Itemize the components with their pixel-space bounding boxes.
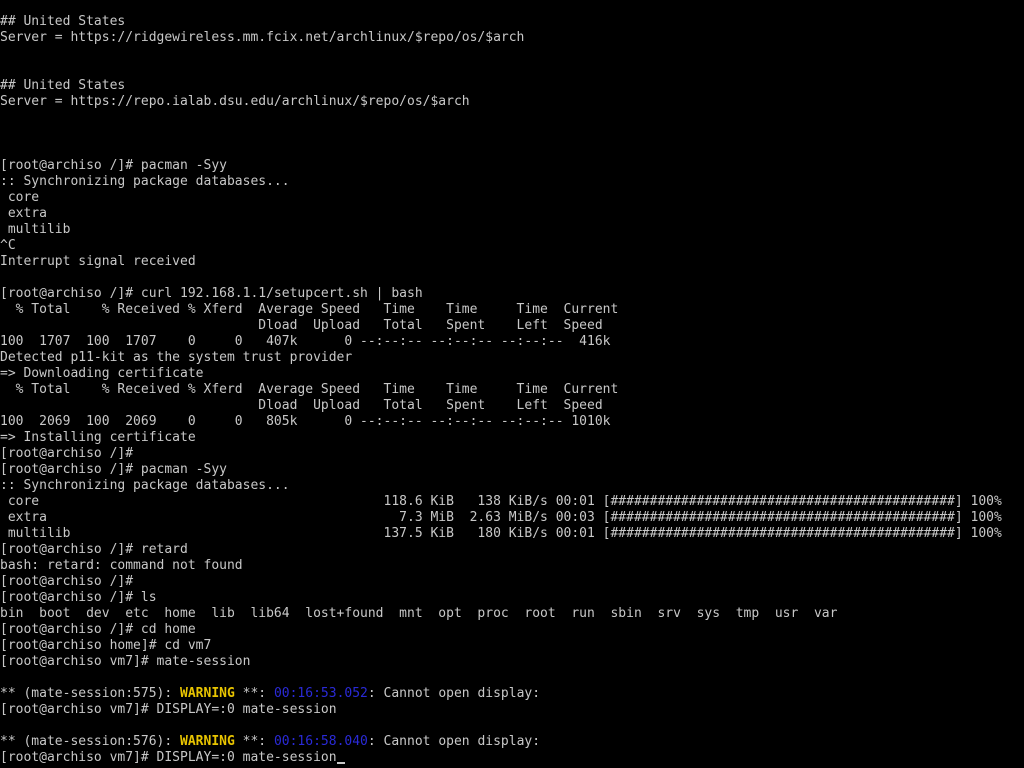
terminal-line: % Total % Received % Xferd Average Speed… <box>0 302 1024 318</box>
terminal-line: Dload Upload Total Spent Left Speed <box>0 318 1024 334</box>
terminal-text: Interrupt signal received <box>0 254 196 269</box>
terminal-text: :: Synchronizing package databases... <box>0 174 290 189</box>
terminal-text: Detected p11-kit as the system trust pro… <box>0 350 353 365</box>
terminal-line: Server = https://repo.ialab.dsu.edu/arch… <box>0 94 1024 110</box>
terminal-text: 100 2069 100 2069 0 0 805k 0 --:--:-- --… <box>0 414 611 429</box>
terminal-line: [root@archiso home]# cd vm7 <box>0 638 1024 654</box>
terminal-text: : Cannot open display: <box>367 734 541 749</box>
terminal-line: ** (mate-session:576): WARNING **: 00:16… <box>0 734 1024 750</box>
terminal-line: extra 7.3 MiB 2.63 MiB/s 00:03 [########… <box>0 510 1024 526</box>
terminal-line: [root@archiso vm7]# mate-session <box>0 654 1024 670</box>
terminal-text: [root@archiso /]# <box>0 574 134 589</box>
terminal-line: [root@archiso vm7]# DISPLAY=:0 mate-sess… <box>0 702 1024 718</box>
terminal-text: bash: retard: command not found <box>0 558 243 573</box>
terminal-text: ## United States <box>0 14 126 29</box>
terminal-line: [root@archiso vm7]# DISPLAY=:0 mate-sess… <box>0 750 1024 766</box>
terminal-text: => Downloading certificate <box>0 366 204 381</box>
terminal-text: [root@archiso /]# retard <box>0 542 188 557</box>
terminal-text: core <box>0 190 40 205</box>
terminal-text: : Cannot open display: <box>367 686 541 701</box>
terminal-text: [root@archiso vm7]# DISPLAY=:0 mate-sess… <box>0 702 337 717</box>
terminal-text: Dload Upload Total Spent Left Speed <box>0 398 603 413</box>
terminal-text: ## United States <box>0 78 126 93</box>
terminal-text: extra 7.3 MiB 2.63 MiB/s 00:03 [########… <box>0 510 1002 525</box>
terminal-line: [root@archiso /]# <box>0 446 1024 462</box>
terminal-line: core 118.6 KiB 138 KiB/s 00:01 [########… <box>0 494 1024 510</box>
terminal-console[interactable]: ## United States Server = https://ridgewi… <box>0 14 1024 768</box>
warning-label: WARNING <box>180 734 235 749</box>
terminal-line: ## United States <box>0 14 1024 30</box>
terminal-text: core 118.6 KiB 138 KiB/s 00:01 [########… <box>0 494 1002 509</box>
terminal-text: ** (mate-session:575): <box>0 686 181 701</box>
terminal-text: => Installing certificate <box>0 430 196 445</box>
terminal-line: Detected p11-kit as the system trust pro… <box>0 350 1024 366</box>
terminal-line: Dload Upload Total Spent Left Speed <box>0 398 1024 414</box>
terminal-line: [root@archiso /]# pacman -Syy <box>0 158 1024 174</box>
terminal-text: [root@archiso /]# pacman -Syy <box>0 462 227 477</box>
terminal-line: bash: retard: command not found <box>0 558 1024 574</box>
terminal-text: bin boot dev etc home lib lib64 lost+fou… <box>0 606 838 621</box>
terminal-line: bin boot dev etc home lib lib64 lost+fou… <box>0 606 1024 622</box>
text-cursor <box>336 762 345 764</box>
terminal-text: [root@archiso /]# curl 192.168.1.1/setup… <box>0 286 423 301</box>
terminal-text: ^C <box>0 238 16 253</box>
terminal-line: multilib 137.5 KiB 180 KiB/s 00:01 [####… <box>0 526 1024 542</box>
terminal-line: [root@archiso /]# pacman -Syy <box>0 462 1024 478</box>
terminal-text: ** (mate-session:576): <box>0 734 181 749</box>
terminal-text: 100 1707 100 1707 0 0 407k 0 --:--:-- --… <box>0 334 611 349</box>
terminal-line: 100 2069 100 2069 0 0 805k 0 --:--:-- --… <box>0 414 1024 430</box>
terminal-text: [root@archiso /]# pacman -Syy <box>0 158 227 173</box>
terminal-line: => Downloading certificate <box>0 366 1024 382</box>
terminal-text: multilib 137.5 KiB 180 KiB/s 00:01 [####… <box>0 526 1002 541</box>
terminal-text: [root@archiso /]# <box>0 446 134 461</box>
terminal-line: % Total % Received % Xferd Average Speed… <box>0 382 1024 398</box>
terminal-text: **: <box>234 734 274 749</box>
terminal-text: [root@archiso /]# cd home <box>0 622 196 637</box>
terminal-line: extra <box>0 206 1024 222</box>
terminal-text: extra <box>0 206 47 221</box>
terminal-line: 100 1707 100 1707 0 0 407k 0 --:--:-- --… <box>0 334 1024 350</box>
terminal-line: [root@archiso /]# ls <box>0 590 1024 606</box>
terminal-text: :: Synchronizing package databases... <box>0 478 290 493</box>
terminal-line: multilib <box>0 222 1024 238</box>
terminal-line: => Installing certificate <box>0 430 1024 446</box>
terminal-text: Server = https://repo.ialab.dsu.edu/arch… <box>0 94 470 109</box>
terminal-text: [root@archiso vm7]# DISPLAY=:0 mate-sess… <box>0 750 337 765</box>
terminal-text: % Total % Received % Xferd Average Speed… <box>0 302 619 317</box>
terminal-line: Server = https://ridgewireless.mm.fcix.n… <box>0 30 1024 46</box>
terminal-text: Dload Upload Total Spent Left Speed <box>0 318 603 333</box>
terminal-text: [root@archiso /]# ls <box>0 590 157 605</box>
terminal-line: ## United States <box>0 78 1024 94</box>
terminal-line: Interrupt signal received <box>0 254 1024 270</box>
terminal-line: ^C <box>0 238 1024 254</box>
terminal-line: [root@archiso /]# curl 192.168.1.1/setup… <box>0 286 1024 302</box>
terminal-line: core <box>0 190 1024 206</box>
terminal-line: [root@archiso /]# <box>0 574 1024 590</box>
terminal-text: [root@archiso home]# cd vm7 <box>0 638 212 653</box>
terminal-text: % Total % Received % Xferd Average Speed… <box>0 382 619 397</box>
warning-timestamp: 00:16:53.052 <box>273 686 368 701</box>
terminal-line: [root@archiso /]# retard <box>0 542 1024 558</box>
warning-label: WARNING <box>180 686 235 701</box>
warning-timestamp: 00:16:58.040 <box>273 734 368 749</box>
terminal-text: multilib <box>0 222 71 237</box>
terminal-line: :: Synchronizing package databases... <box>0 174 1024 190</box>
terminal-text: **: <box>234 686 274 701</box>
terminal-line: :: Synchronizing package databases... <box>0 478 1024 494</box>
terminal-line: ** (mate-session:575): WARNING **: 00:16… <box>0 686 1024 702</box>
terminal-line: [root@archiso /]# cd home <box>0 622 1024 638</box>
terminal-text: [root@archiso vm7]# mate-session <box>0 654 251 669</box>
terminal-text: Server = https://ridgewireless.mm.fcix.n… <box>0 30 525 45</box>
